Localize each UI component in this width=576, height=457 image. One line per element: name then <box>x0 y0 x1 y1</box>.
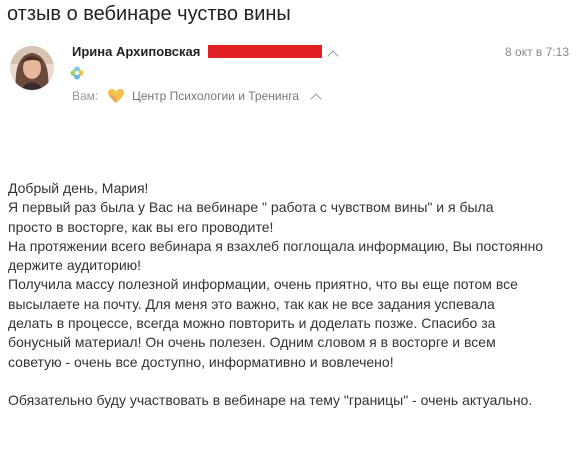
avatar-photo-icon <box>10 46 54 90</box>
body-line: На протяжении всего вебинара я взахлеб п… <box>8 237 544 254</box>
body-line: советую - очень все доступно, информатив… <box>8 353 394 370</box>
recipient-name[interactable]: Центр Психологии и Тренинга <box>132 89 299 103</box>
to-label: Вам: <box>72 89 99 103</box>
email-subject: отзыв о вебинаре чуство вины <box>7 3 291 25</box>
heart-logo-icon <box>108 89 124 103</box>
body-line: держите аудиторию! <box>8 257 142 274</box>
body-line: делать в процессе, всегда можно повторит… <box>8 315 496 332</box>
body-line: Добрый день, Мария! <box>8 180 149 196</box>
email-body: Добрый день, Мария! Я первый раз была у … <box>8 179 570 411</box>
chevron-up-icon[interactable] <box>327 50 339 62</box>
flower-status-icon <box>70 66 84 80</box>
chevron-up-icon[interactable] <box>310 93 322 105</box>
body-line: высылаете на почту. Для меня это важно, … <box>8 295 495 312</box>
email-date: 8 окт в 7:13 <box>505 45 569 59</box>
sender-name[interactable]: Ирина Архиповская <box>72 44 200 59</box>
body-line: Обязательно буду участвовать в вебинаре … <box>8 392 533 409</box>
sender-avatar[interactable] <box>10 46 54 90</box>
redacted-email-address <box>208 45 322 58</box>
body-line: Получила массу полезной информации, очен… <box>8 276 518 293</box>
body-line: бонусный материал! Он очень полезен. Одн… <box>8 334 496 351</box>
body-line: просто в восторге, как вы его проводите! <box>8 218 274 235</box>
body-line: Я первый раз была у Вас на вебинаре " ра… <box>8 199 494 216</box>
